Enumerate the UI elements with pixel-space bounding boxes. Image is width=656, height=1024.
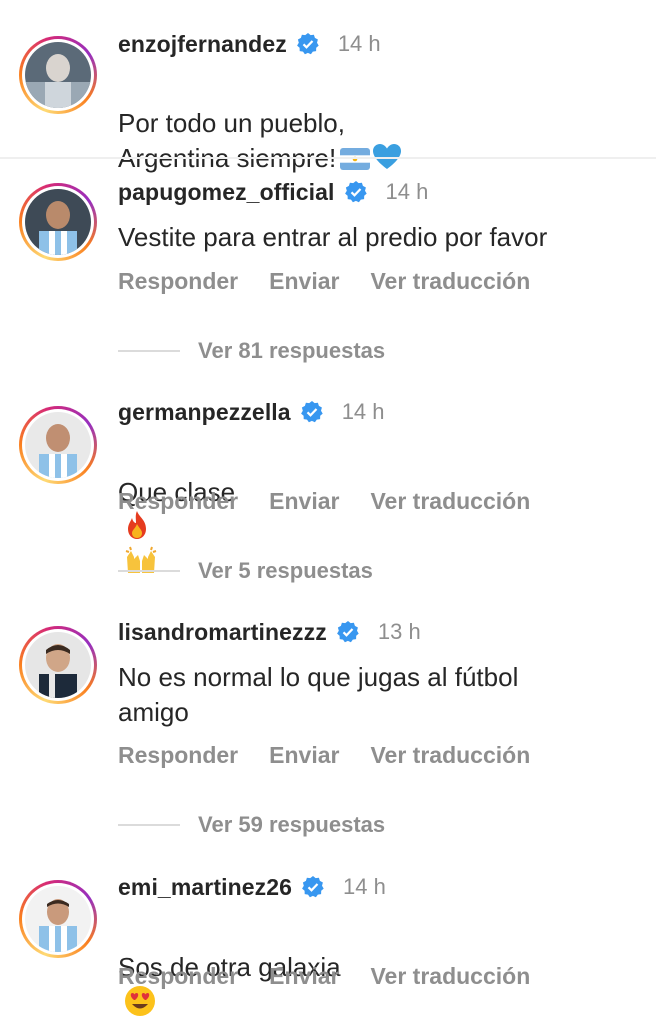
verified-badge-icon <box>344 181 367 203</box>
timestamp: 13 h <box>377 619 421 644</box>
send-button[interactable]: Enviar <box>269 268 339 295</box>
comment-text: Vestite para entrar al predio por favor <box>118 222 548 252</box>
view-replies-button[interactable]: Ver 5 respuestas <box>198 558 373 584</box>
see-translation-button[interactable]: Ver traducción <box>370 963 530 990</box>
avatar[interactable] <box>19 36 97 114</box>
timestamp: 14 h <box>337 31 381 56</box>
comment-text: No es normal lo que jugas al fútbol amig… <box>118 662 519 727</box>
username[interactable]: enzojfernandez <box>118 31 287 58</box>
send-button[interactable]: Enviar <box>269 963 339 990</box>
reply-button[interactable]: Responder <box>118 742 238 769</box>
reply-button[interactable]: Responder <box>118 268 238 295</box>
replies-line <box>118 570 180 572</box>
replies-line <box>118 824 180 826</box>
verified-badge-icon <box>336 621 359 643</box>
timestamp: 14 h <box>385 179 429 204</box>
reply-button[interactable]: Responder <box>118 963 238 990</box>
see-translation-button[interactable]: Ver traducción <box>370 488 530 515</box>
send-button[interactable]: Enviar <box>269 488 339 515</box>
reply-button[interactable]: Responder <box>118 488 238 515</box>
timestamp: 14 h <box>341 399 385 424</box>
verified-badge-icon <box>300 401 323 423</box>
verified-badge-icon <box>296 33 319 55</box>
verified-badge-icon <box>302 876 324 898</box>
divider <box>0 157 656 159</box>
avatar[interactable] <box>19 880 97 958</box>
view-replies-button[interactable]: Ver 59 respuestas <box>198 812 385 838</box>
avatar[interactable] <box>19 406 97 484</box>
username[interactable]: papugomez_official <box>118 179 335 206</box>
username[interactable]: lisandromartinezzz <box>118 619 327 646</box>
view-replies-button[interactable]: Ver 81 respuestas <box>198 338 385 364</box>
send-button[interactable]: Enviar <box>269 742 339 769</box>
avatar[interactable] <box>19 626 97 704</box>
timestamp: 14 h <box>343 874 386 899</box>
argentina-flag-icon <box>340 148 371 170</box>
username[interactable]: emi_martinez26 <box>118 874 292 901</box>
comment-text: Por todo un pueblo, Argentina siempre! <box>118 71 402 176</box>
see-translation-button[interactable]: Ver traducción <box>370 268 530 295</box>
username[interactable]: germanpezzella <box>118 399 291 426</box>
avatar[interactable] <box>19 183 97 261</box>
see-translation-button[interactable]: Ver traducción <box>370 742 530 769</box>
replies-line <box>118 350 180 352</box>
